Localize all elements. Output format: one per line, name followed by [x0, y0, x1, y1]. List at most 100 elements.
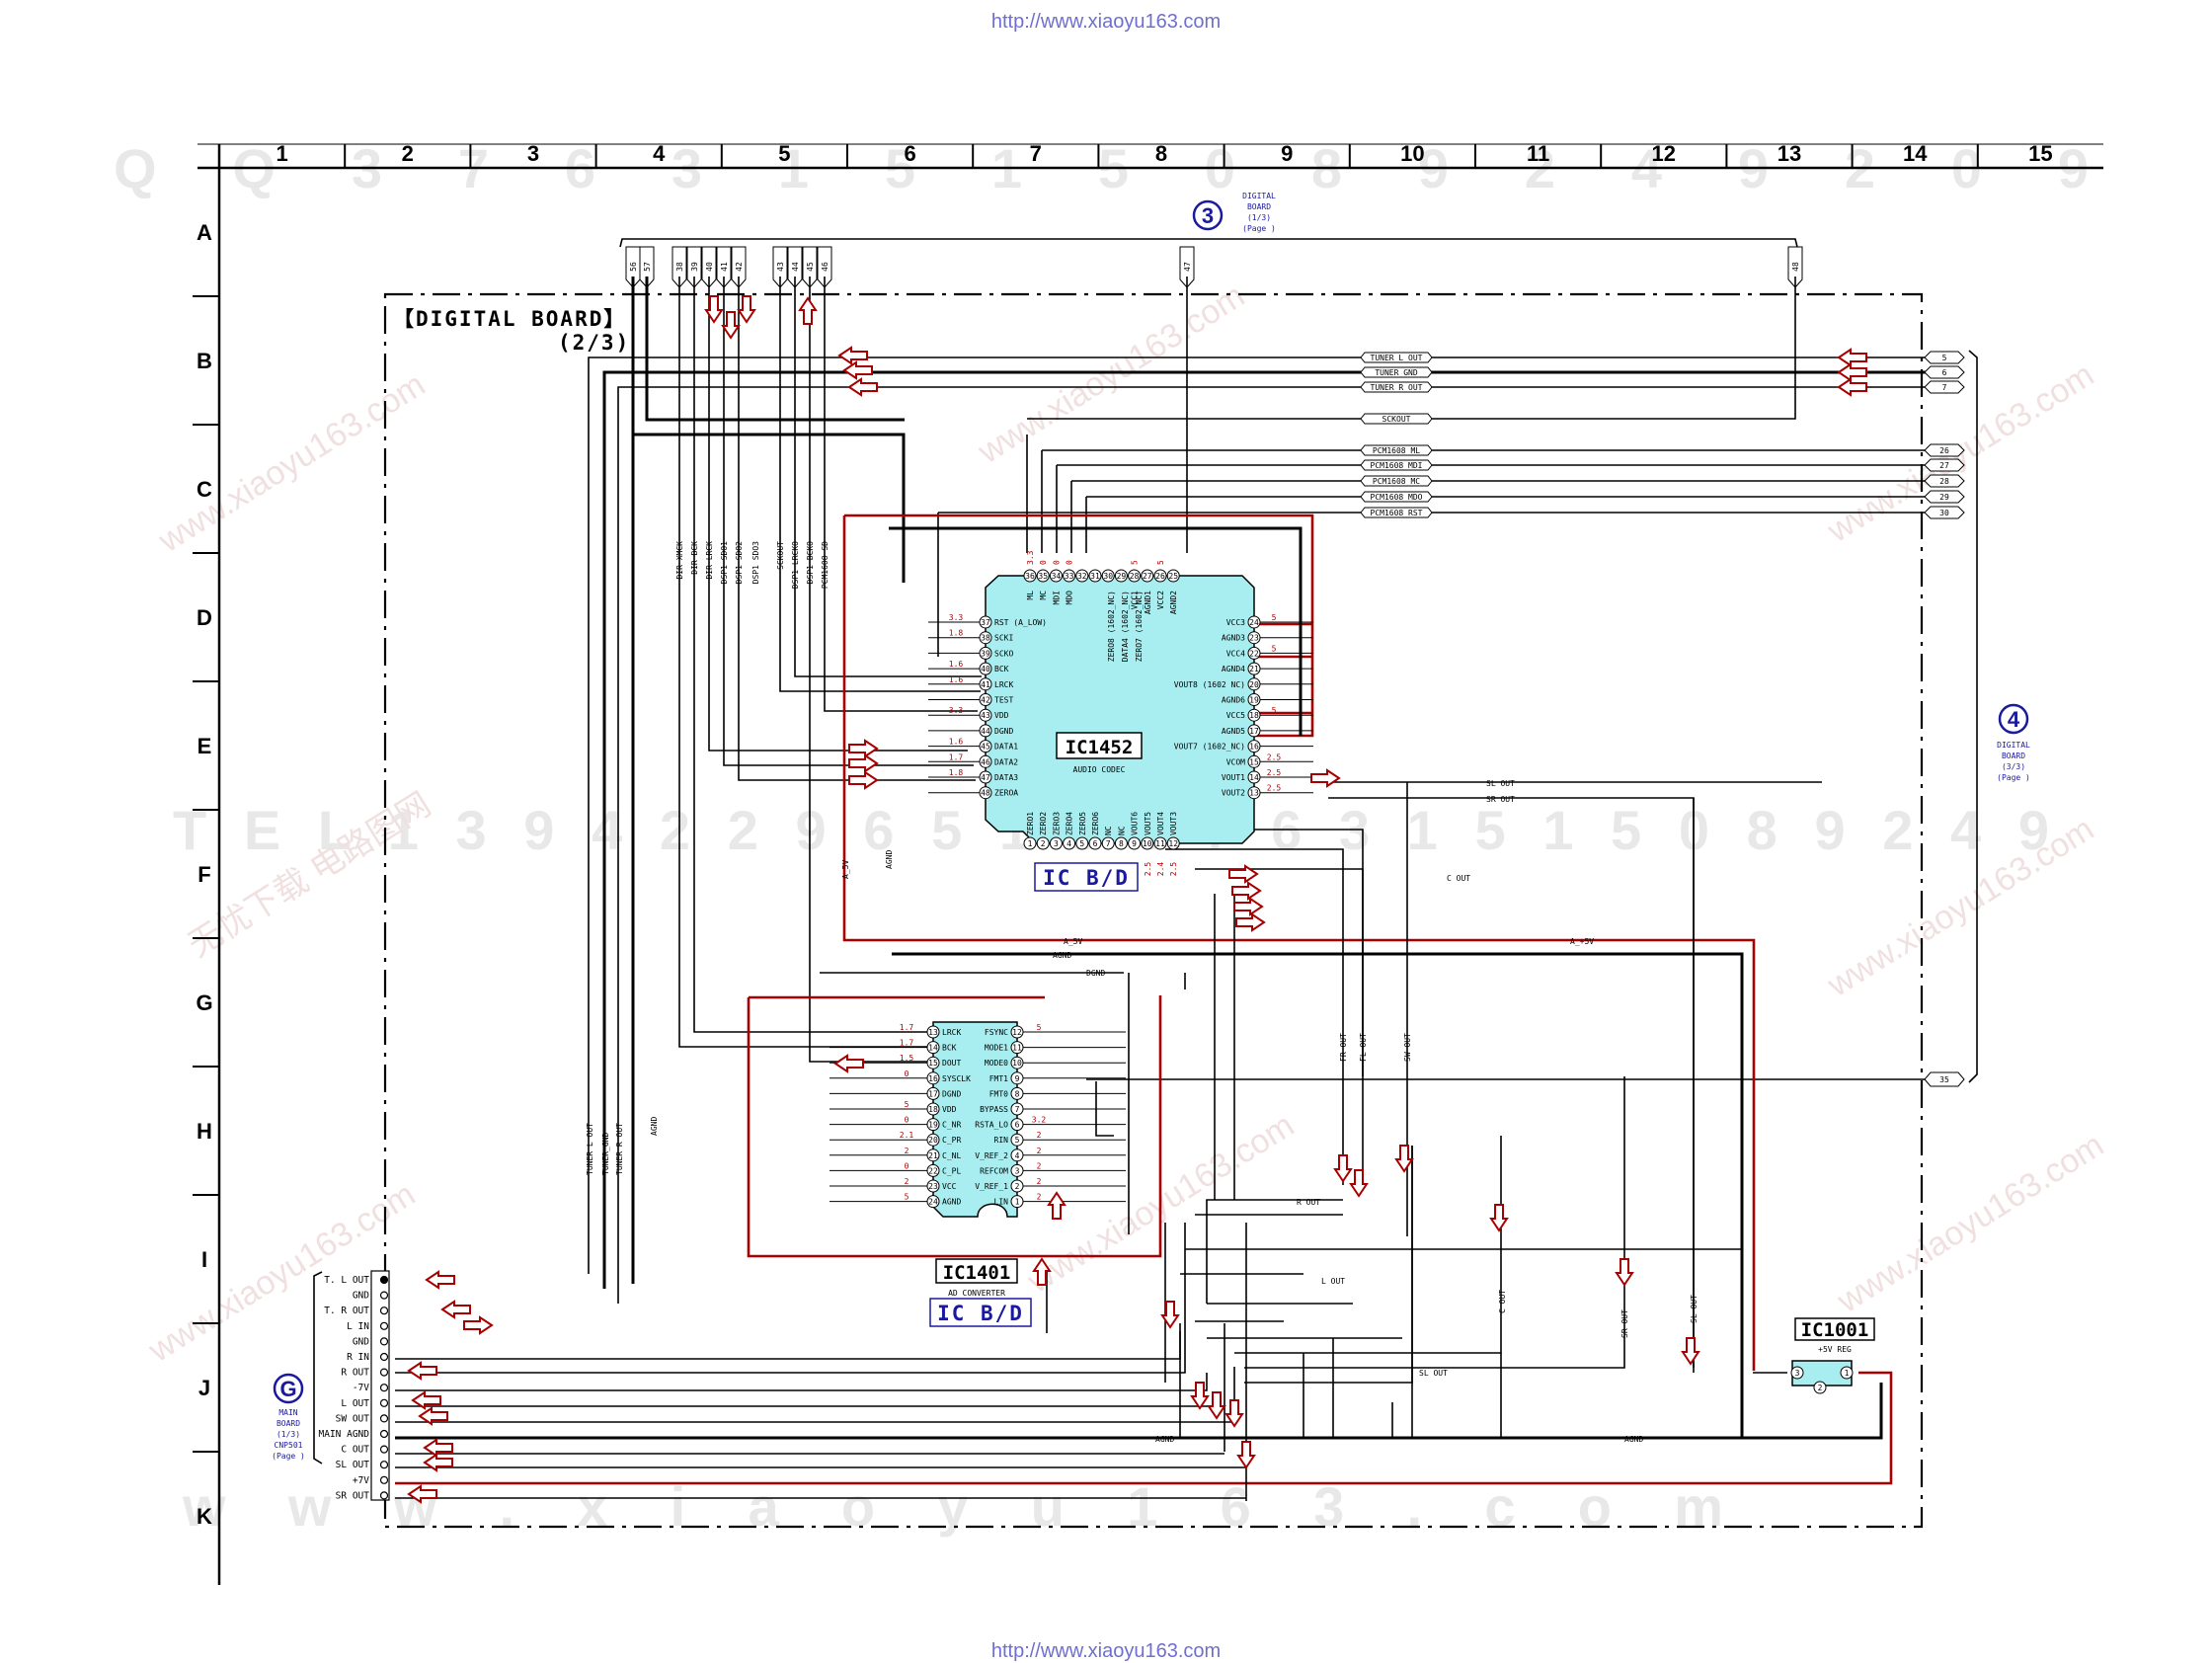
ic1452-desc: AUDIO CODEC — [1073, 765, 1126, 774]
ic1401-pin-number: 19 — [928, 1121, 938, 1130]
ic1452-pin-name: ZERO6 — [1091, 812, 1100, 835]
grid-row-D: D — [197, 605, 212, 630]
ic1452-pin-name: SCKO — [994, 649, 1013, 658]
ic1401-pin-name: C_PR — [942, 1136, 961, 1145]
ic1401-pin-name: V_REF_2 — [975, 1151, 1008, 1160]
net-sr-out-2-label: SR OUT — [1620, 1309, 1629, 1338]
ic1452-pin-voltage: 2.5 — [1144, 862, 1152, 877]
grid-row-G: G — [196, 990, 212, 1015]
ic1452-name: IC1452 — [1066, 737, 1134, 758]
ic1452-pin-number: 25 — [1168, 572, 1178, 581]
ic1452-pin-number: 18 — [1249, 711, 1259, 720]
header-url[interactable]: http://www.xiaoyu163.com — [991, 11, 1221, 33]
connector-3-line2: BOARD — [1247, 202, 1271, 211]
ic1401-pin-number: 24 — [928, 1198, 938, 1207]
connector-3-line1: DIGITAL — [1242, 192, 1276, 200]
ic1452-pin-number: 6 — [1093, 839, 1098, 848]
net-aplus5v-label: A_+5V — [1570, 937, 1594, 946]
main-board-pin-label: R OUT — [341, 1368, 369, 1379]
ic1452-pin-name: ZEROA — [994, 789, 1018, 798]
ic1452-inner-label: ZERO7 (1602_NC) — [1135, 591, 1144, 662]
right-signal-label: TUNER R OUT — [1371, 383, 1423, 392]
ic1452-pin-number: 10 — [1143, 839, 1152, 848]
net-sl-out-2-label: SL OUT — [1419, 1369, 1448, 1378]
bus-label: SCKOUT — [776, 541, 785, 570]
main-board-pin — [379, 1445, 389, 1454]
ic1452-pin-name: DATA3 — [994, 773, 1018, 782]
ic1452-pin-voltage: 2.4 — [1156, 862, 1165, 877]
ic1401-pin-name: VCC — [942, 1182, 957, 1191]
ic1401-pin-number: 15 — [928, 1059, 938, 1068]
ic1401-pin-name: C_PL — [942, 1166, 961, 1175]
net-a5v-label: A_5V — [1064, 937, 1082, 946]
ic1452-pin-voltage: 2.5 — [1169, 862, 1178, 877]
connector-ref-g[interactable]: G MAIN BOARD (1/3) CNP501 (Page ) — [272, 1271, 323, 1465]
ic1452-pin-name: MDI — [1052, 591, 1061, 605]
main-board-pin — [379, 1291, 389, 1300]
ic1401-pin-number: 4 — [1015, 1151, 1020, 1160]
grid-column-1: 1 — [276, 141, 287, 166]
ic1452-tag: IC B/D — [1043, 866, 1130, 890]
ic1452-pin-number: 19 — [1249, 696, 1259, 705]
ic1001-pin-3: 3 — [1795, 1369, 1800, 1378]
net-tuner-r-label: TUNER R OUT — [615, 1123, 624, 1175]
ic1452-pin-name: RST (A_LOW) — [994, 618, 1047, 627]
ic1401-pin-name: LRCK — [942, 1028, 961, 1037]
ic1401-pin-name: C_NL — [942, 1151, 961, 1160]
bus-label: DIR BCK — [690, 541, 699, 575]
net-fr-out-label: FR OUT — [1339, 1033, 1348, 1062]
top-pin-label-40: 40 — [705, 262, 714, 272]
ic1452-pin-number: 1 — [1028, 839, 1033, 848]
ic1452-pin-voltage: 1.6 — [949, 738, 964, 747]
ic1401-pin-number: 3 — [1015, 1166, 1020, 1175]
main-board-pin — [379, 1368, 389, 1377]
ic1401-pin-voltage: 0 — [905, 1069, 909, 1078]
main-board-pin — [379, 1461, 389, 1469]
main-board-pin-label: L IN — [347, 1321, 369, 1332]
main-board-pin-label: MAIN AGND — [319, 1429, 370, 1440]
footer-url[interactable]: http://www.xiaoyu163.com — [991, 1640, 1221, 1662]
main-board-pin-label: R IN — [347, 1352, 369, 1363]
ic1452-pin-number: 17 — [1249, 727, 1259, 736]
grid-column-10: 10 — [1400, 141, 1424, 166]
ic1401-pin-voltage: 2.1 — [900, 1131, 914, 1140]
main-board-pin-label: +7V — [353, 1475, 369, 1486]
ic1401-pin-voltage: 2 — [905, 1147, 909, 1155]
ic1401-pin-name: V_REF_1 — [975, 1182, 1008, 1191]
ic1452-pin-voltage: 5 — [1272, 644, 1277, 653]
bus-label: DIR LRCK — [705, 541, 714, 580]
ic1452-pin-name: VOUT5 — [1144, 812, 1152, 835]
right-pin-number: 29 — [1939, 493, 1949, 502]
ic1401[interactable]: 13 LRCK1.714 BCK1.715 DOUT1.516 SYSCLK017 DGN… — [830, 1021, 1126, 1327]
ic1401-pin-name: VDD — [942, 1105, 957, 1114]
pin-35-label: 35 — [1939, 1075, 1949, 1084]
net-sw-out-label: SW OUT — [1403, 1033, 1412, 1062]
schematic-sheet: http://www.xiaoyu163.com http://www.xiao… — [114, 11, 2110, 1662]
connector-g-number: G — [279, 1377, 296, 1401]
ic1401-pin-name: SYSCLK — [942, 1074, 971, 1083]
ic1401-tag: IC B/D — [937, 1302, 1024, 1325]
top-pin-label-57: 57 — [643, 262, 652, 272]
ic1401-pin-name: RSTA_LO — [975, 1121, 1008, 1130]
top-pin-label-38: 38 — [675, 262, 684, 272]
grid-row-H: H — [197, 1119, 212, 1144]
right-pin-number: 28 — [1939, 477, 1949, 486]
connector-4-line1: DIGITAL — [1997, 741, 2030, 750]
grid-column-13: 13 — [1778, 141, 1801, 166]
signal-arrows — [407, 295, 1867, 1504]
ic1452-pin-voltage: 1.6 — [949, 675, 964, 684]
ic1452-pin-voltage: 3.3 — [949, 613, 964, 622]
ic1401-pin-voltage: 5 — [905, 1193, 909, 1202]
ic1452-pin-name: VCOM — [1226, 757, 1245, 766]
ic1001[interactable]: IC1001 +5V REG 3 2 1 — [1790, 1317, 1875, 1394]
ic1452-pin-number: 44 — [981, 727, 990, 736]
ic1452-pin-number: 7 — [1106, 839, 1111, 848]
ic1452-pin-name: ZERO2 — [1039, 812, 1048, 835]
grid-column-12: 12 — [1652, 141, 1676, 166]
grid-column-5: 5 — [778, 141, 790, 166]
net-a5v-vert-label: A_5V — [841, 860, 850, 879]
right-signal-label: PCM1608_MDO — [1371, 493, 1423, 502]
ic1452-pin-number: 8 — [1119, 839, 1124, 848]
net-sr-out-label: SR OUT — [1486, 795, 1515, 804]
ic1452-pin-number: 21 — [1249, 665, 1259, 673]
